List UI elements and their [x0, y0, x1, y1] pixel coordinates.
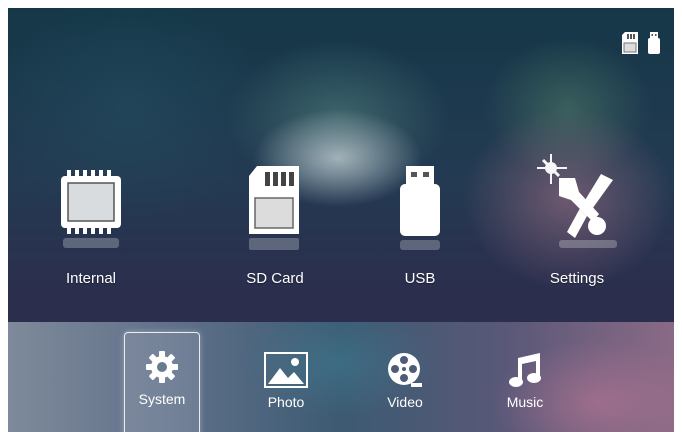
home-screen: Internal SD Card USB Settings System Pho… — [8, 8, 674, 432]
source-sd-card[interactable]: SD Card — [210, 156, 340, 287]
source-label: Internal — [65, 270, 117, 287]
photo-icon — [264, 352, 308, 388]
category-bar: System Photo Video Music — [8, 322, 674, 432]
tab-music[interactable]: Music — [488, 336, 562, 432]
usb-icon — [400, 166, 440, 250]
source-label: USB — [404, 270, 436, 287]
settings-tools-icon — [537, 154, 617, 248]
tab-label: Music — [506, 394, 544, 410]
source-label: Settings — [549, 270, 605, 287]
tab-label: Photo — [267, 394, 305, 410]
usb-status-icon — [648, 32, 660, 54]
film-reel-icon — [388, 353, 422, 387]
music-note-icon — [509, 353, 541, 387]
sd-card-icon — [249, 166, 299, 250]
source-settings[interactable]: Settings — [512, 154, 642, 287]
tab-photo[interactable]: Photo — [249, 336, 323, 432]
tab-video[interactable]: Video — [368, 336, 442, 432]
sd-card-status-icon — [622, 32, 638, 54]
gear-icon — [146, 351, 178, 383]
source-usb[interactable]: USB — [355, 156, 485, 287]
tab-label: System — [138, 391, 186, 407]
tab-label: Video — [387, 394, 423, 410]
source-internal[interactable]: Internal — [26, 156, 156, 287]
tab-system[interactable]: System — [124, 332, 200, 432]
status-bar — [622, 32, 660, 54]
source-label: SD Card — [246, 270, 304, 287]
internal-memory-icon — [61, 170, 121, 248]
